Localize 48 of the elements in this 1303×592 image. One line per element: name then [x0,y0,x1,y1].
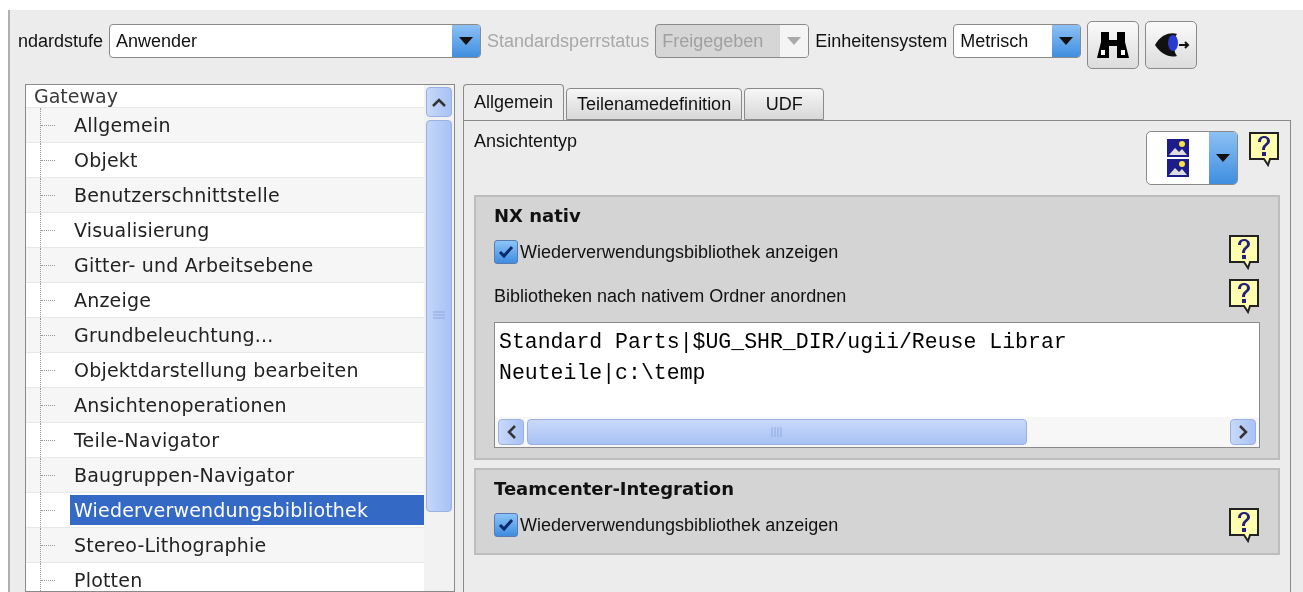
tree-item[interactable]: Objektdarstellung bearbeiten [70,355,424,385]
caret-icon [1058,36,1075,46]
units-dropdown[interactable]: Metrisch [953,24,1082,58]
folder-list-field[interactable]: Standard Parts|$UG_SHR_DIR/ugii/Reuse Librar Neuteile|c:\temp [494,322,1260,448]
scrollbar-thumb[interactable] [527,419,1027,445]
scroll-left-button[interactable] [498,419,524,445]
list-line: Neuteile|c:\temp [499,360,707,387]
tree-item[interactable]: Anzeige [70,285,424,315]
binoculars-icon [1095,30,1132,60]
scroll-up-button[interactable] [426,87,452,117]
chevron-left-icon [506,425,516,439]
tab[interactable]: UDF [744,88,825,120]
view-type-label: Ansichtentyp [474,131,578,152]
eye-arrow-button[interactable] [1145,21,1198,69]
check-icon [498,518,514,532]
check-icon [498,245,514,259]
group-title: NX nativ [494,205,582,226]
list-line: Standard Parts|$UG_SHR_DIR/ugii/Reuse Librar [499,329,1068,356]
tree-item[interactable]: Wiederverwendungsbibliothek [70,495,424,525]
checkbox-label: Wiederverwendungsbibliothek anzeigen [520,241,839,263]
help-icon[interactable] [1228,507,1260,543]
tab[interactable]: Allgemein [463,84,565,120]
level-label: ndardstufe [18,30,104,52]
tree-item[interactable]: Teile-Navigator [70,425,424,455]
view-type-dropdown[interactable] [1146,131,1238,185]
tab[interactable]: Teilenamedefinition [566,88,743,120]
caret-icon [458,36,475,46]
chevron-right-icon [1238,425,1248,439]
checkbox[interactable] [494,240,518,264]
units-label: Einheitensystem [815,30,948,52]
caret-icon [786,36,803,46]
help-icon[interactable] [1228,234,1260,270]
tree-item[interactable]: Plotten [70,565,424,591]
level-dropdown[interactable]: Anwender [109,24,482,58]
scrollbar-thumb[interactable] [426,120,452,512]
lock-status-label: Standardsperrstatus [487,30,650,52]
tree-item[interactable]: Objekt [70,145,424,175]
list-label: Bibliotheken nach nativem Ordner anordnen [494,285,847,307]
help-icon[interactable] [1228,278,1260,314]
checkbox-label: Wiederverwendungsbibliothek anzeigen [520,514,839,536]
binoculars-button[interactable] [1087,21,1140,69]
checkbox[interactable] [494,513,518,537]
caret-icon [1215,153,1231,163]
tree-item[interactable]: Visualisierung [70,215,424,245]
help-icon[interactable] [1248,131,1280,167]
group-title: Teamcenter-Integration [494,478,736,499]
chevron-up-icon [432,97,446,107]
scroll-right-button[interactable] [1230,419,1256,445]
